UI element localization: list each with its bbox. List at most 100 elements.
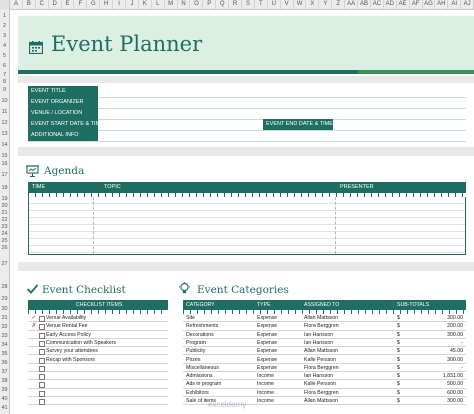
- row-number[interactable]: 28: [0, 284, 9, 290]
- column-header[interactable]: E: [62, 0, 75, 9]
- category-row[interactable]: Refreshments Expense Flora Berggren $ 20…: [183, 322, 466, 331]
- row-number[interactable]: 34: [0, 342, 9, 348]
- row-number[interactable]: 17: [0, 172, 9, 178]
- row-number[interactable]: 18: [0, 185, 9, 191]
- checklist-item[interactable]: ✓ Venue Availability: [28, 314, 168, 323]
- column-header[interactable]: A: [10, 0, 23, 9]
- row-number[interactable]: 15: [0, 153, 9, 159]
- checkbox[interactable]: [39, 374, 45, 381]
- column-header[interactable]: V: [281, 0, 294, 9]
- checkbox[interactable]: [39, 357, 45, 364]
- column-header[interactable]: K: [139, 0, 152, 9]
- category-row[interactable]: Publicity Expense Allan Mattsson $ 45.00: [183, 347, 466, 356]
- row-number[interactable]: 32: [0, 324, 9, 330]
- checkbox[interactable]: [39, 399, 45, 405]
- row-number[interactable]: 8: [0, 79, 9, 85]
- worksheet[interactable]: Event Planner EVENT TITLE EVENT ORGANIZE…: [10, 10, 474, 414]
- checklist-item[interactable]: Communication with Speakers: [28, 339, 168, 348]
- row-number[interactable]: 36: [0, 360, 9, 366]
- category-row[interactable]: Program Expense Ian Hansson $ -: [183, 339, 466, 348]
- category-row[interactable]: Site Expense Allan Mattsson $ 300.00: [183, 314, 466, 323]
- checklist-item[interactable]: [28, 380, 168, 389]
- checklist-item[interactable]: [28, 397, 168, 406]
- column-header[interactable]: P: [203, 0, 217, 9]
- row-number[interactable]: 31: [0, 315, 9, 321]
- row-number[interactable]: 27: [0, 261, 9, 267]
- column-header[interactable]: Q: [216, 0, 230, 9]
- row-number[interactable]: 23: [0, 224, 9, 230]
- column-header[interactable]: AI: [448, 0, 462, 9]
- checkbox[interactable]: [39, 332, 45, 339]
- category-row[interactable]: Miscellaneous Expense Flora Berggren $ -: [183, 364, 466, 373]
- row-number[interactable]: 13: [0, 131, 9, 137]
- column-header[interactable]: AG: [423, 0, 436, 9]
- column-header[interactable]: AJ: [461, 0, 474, 9]
- row-number[interactable]: 6: [0, 63, 9, 69]
- checkbox[interactable]: [39, 382, 45, 389]
- agenda-grid[interactable]: [28, 197, 466, 255]
- select-all-corner[interactable]: [0, 0, 10, 9]
- row-number[interactable]: 39: [0, 387, 9, 393]
- row-number[interactable]: 38: [0, 378, 9, 384]
- column-header[interactable]: X: [306, 0, 320, 9]
- column-header[interactable]: Y: [319, 0, 333, 9]
- column-header[interactable]: AC: [371, 0, 384, 9]
- category-row[interactable]: Admissions Income Ian Hansson $ 1,831.00: [183, 372, 466, 381]
- column-header[interactable]: O: [190, 0, 204, 9]
- row-number[interactable]: 33: [0, 333, 9, 339]
- checklist-item[interactable]: ✗ Venue Rental Fee: [28, 322, 168, 331]
- column-header[interactable]: H: [100, 0, 114, 9]
- column-header[interactable]: L: [152, 0, 165, 9]
- row-number[interactable]: 21: [0, 210, 9, 216]
- checklist-item[interactable]: [28, 372, 168, 381]
- row-number[interactable]: 16: [0, 161, 9, 167]
- row-number[interactable]: 11: [0, 109, 9, 115]
- category-row[interactable]: Ads in program Income Kalle Persson $ 50…: [183, 380, 466, 389]
- row-number[interactable]: 3: [0, 33, 9, 39]
- row-number[interactable]: 41: [0, 405, 9, 411]
- column-header[interactable]: AF: [410, 0, 423, 9]
- row-number[interactable]: 12: [0, 120, 9, 126]
- column-header[interactable]: G: [87, 0, 101, 9]
- row-number[interactable]: 24: [0, 231, 9, 237]
- category-row[interactable]: Prizes Expense Kalle Persson $ 300.00: [183, 356, 466, 364]
- row-number[interactable]: 14: [0, 142, 9, 148]
- column-header[interactable]: C: [36, 0, 49, 9]
- row-number[interactable]: 2: [0, 23, 9, 29]
- row-number[interactable]: 22: [0, 217, 9, 223]
- column-header[interactable]: W: [294, 0, 307, 9]
- checkbox[interactable]: [39, 324, 45, 331]
- column-header[interactable]: N: [178, 0, 191, 9]
- row-number[interactable]: 9: [0, 87, 9, 93]
- row-number[interactable]: 26: [0, 245, 9, 251]
- column-header[interactable]: AD: [384, 0, 397, 9]
- column-header[interactable]: Z: [332, 0, 346, 9]
- column-header[interactable]: J: [126, 0, 139, 9]
- column-header[interactable]: S: [242, 0, 255, 9]
- column-header[interactable]: AB: [358, 0, 371, 9]
- column-header[interactable]: B: [23, 0, 36, 9]
- column-header[interactable]: AE: [397, 0, 410, 9]
- column-header[interactable]: AA: [345, 0, 359, 9]
- column-header[interactable]: R: [229, 0, 243, 9]
- checkbox[interactable]: [39, 340, 45, 347]
- row-number[interactable]: 1: [0, 13, 9, 19]
- column-header[interactable]: T: [255, 0, 268, 9]
- category-row[interactable]: Decorations Expense Ian Hansson $ 300.00: [183, 331, 466, 339]
- additional-info-row[interactable]: ADDITIONAL INFO: [28, 130, 466, 142]
- checklist-item[interactable]: [28, 389, 168, 397]
- row-number[interactable]: 10: [0, 98, 9, 104]
- row-number[interactable]: 30: [0, 306, 9, 312]
- checklist-item[interactable]: Recap with Sponsors: [28, 356, 168, 364]
- column-header[interactable]: U: [268, 0, 281, 9]
- checklist-item[interactable]: Survey your attendees: [28, 347, 168, 356]
- column-header[interactable]: F: [74, 0, 88, 9]
- column-header[interactable]: M: [165, 0, 178, 9]
- row-number[interactable]: 40: [0, 396, 9, 402]
- checkbox[interactable]: [39, 349, 45, 356]
- checkbox[interactable]: [39, 390, 45, 397]
- category-row[interactable]: Exhibitors Income Flora Berggren $ 600.0…: [183, 389, 466, 397]
- row-number[interactable]: 5: [0, 53, 9, 59]
- column-header[interactable]: I: [113, 0, 127, 9]
- row-number[interactable]: 19: [0, 196, 9, 202]
